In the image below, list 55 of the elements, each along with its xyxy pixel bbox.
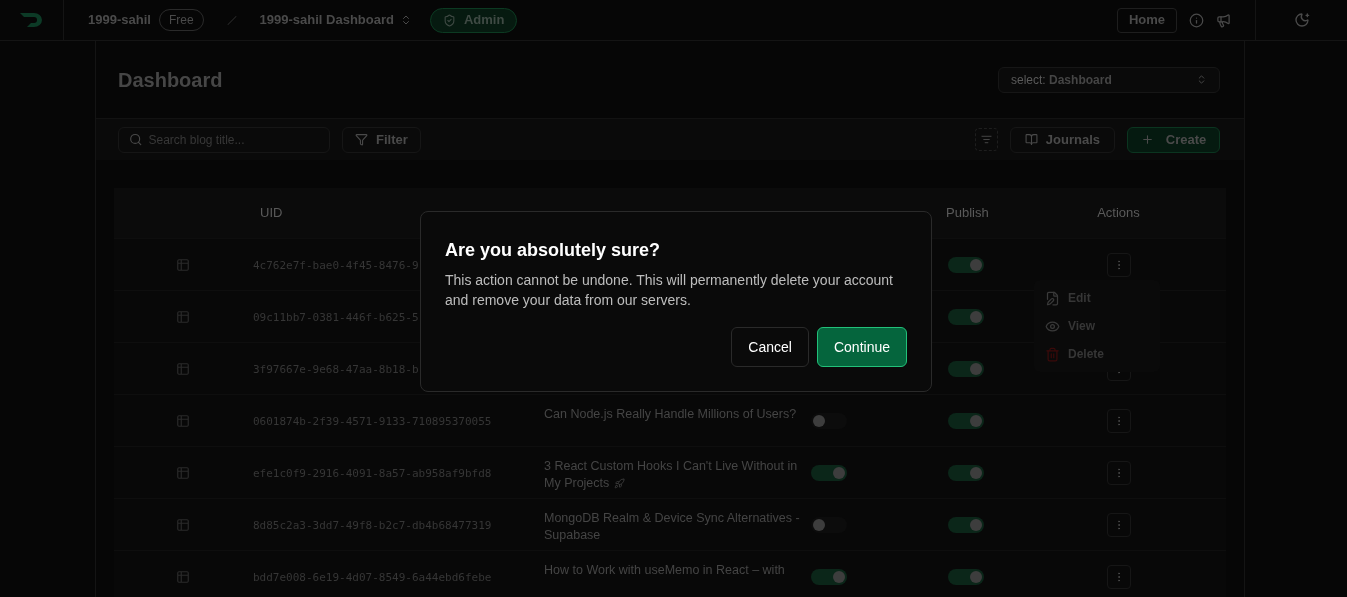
toggle-switch[interactable] (948, 516, 984, 533)
table-icon (175, 361, 190, 376)
theme-toggle-icon[interactable] (1293, 12, 1310, 28)
shield-icon (442, 13, 456, 27)
row-actions-button[interactable] (1106, 512, 1131, 537)
role-badge[interactable]: Admin (429, 7, 518, 33)
row-actions-button[interactable] (1106, 408, 1131, 433)
toggle-switch[interactable] (811, 568, 847, 585)
table-icon (175, 465, 190, 480)
toggle-switch[interactable] (948, 412, 984, 429)
table-icon (175, 517, 190, 532)
dialog-description: This action cannot be undone. This will permanently delete your account and remove your data from our servers. (445, 271, 894, 310)
title-cell: MongoDB Realm & Device Sync Alternatives - Supabase (544, 511, 800, 542)
home-button[interactable]: Home (1116, 7, 1177, 33)
toggle-switch[interactable] (811, 412, 847, 429)
create-button[interactable]: Create (1127, 126, 1220, 153)
workspace-name: 1999-sahil (88, 11, 151, 30)
column-header: Publish (946, 205, 989, 221)
toggle-switch[interactable] (948, 256, 984, 273)
filter-button[interactable]: Filter (342, 126, 421, 153)
journals-button[interactable]: Journals (1009, 126, 1115, 153)
table-icon (175, 257, 190, 272)
table-icon (175, 309, 190, 324)
toggle-switch[interactable] (948, 360, 984, 377)
toggle-switch[interactable] (948, 568, 984, 585)
sort-button[interactable] (974, 128, 998, 151)
toggle-switch[interactable] (948, 464, 984, 481)
info-icon[interactable] (1189, 12, 1204, 28)
dialog-title: Are you absolutely sure? (445, 239, 662, 262)
trash-icon (1045, 346, 1060, 362)
search-icon (129, 132, 143, 147)
row-actions-button[interactable] (1106, 252, 1131, 277)
column-header: UID (260, 205, 283, 221)
toggle-switch[interactable] (811, 464, 847, 481)
table-icon (175, 413, 190, 428)
filter-icon (355, 133, 368, 146)
page-title: Dashboard (118, 67, 223, 93)
book-icon (1024, 133, 1038, 146)
chevrons-icon (1196, 74, 1207, 85)
row-actions-button[interactable] (1106, 564, 1131, 589)
table-icon (175, 569, 190, 584)
continue-button[interactable]: Continue (816, 327, 907, 367)
project-switcher[interactable]: 1999-sahil Dashboard (259, 10, 412, 30)
plus-icon (1140, 133, 1154, 146)
edit-icon (1045, 290, 1060, 306)
sort-icon (980, 134, 992, 145)
column-header: Actions (1097, 205, 1140, 221)
eye-icon (1045, 318, 1060, 334)
row-actions-button[interactable] (1106, 460, 1131, 485)
view-select[interactable]: select: Dashboard (998, 66, 1220, 93)
toggle-switch[interactable] (948, 308, 984, 325)
megaphone-icon[interactable] (1216, 12, 1231, 28)
cancel-button[interactable]: Cancel (731, 327, 809, 367)
toggle-switch[interactable] (811, 516, 847, 533)
title-cell: Can Node.js Really Handle Millions of Users? (544, 407, 797, 421)
